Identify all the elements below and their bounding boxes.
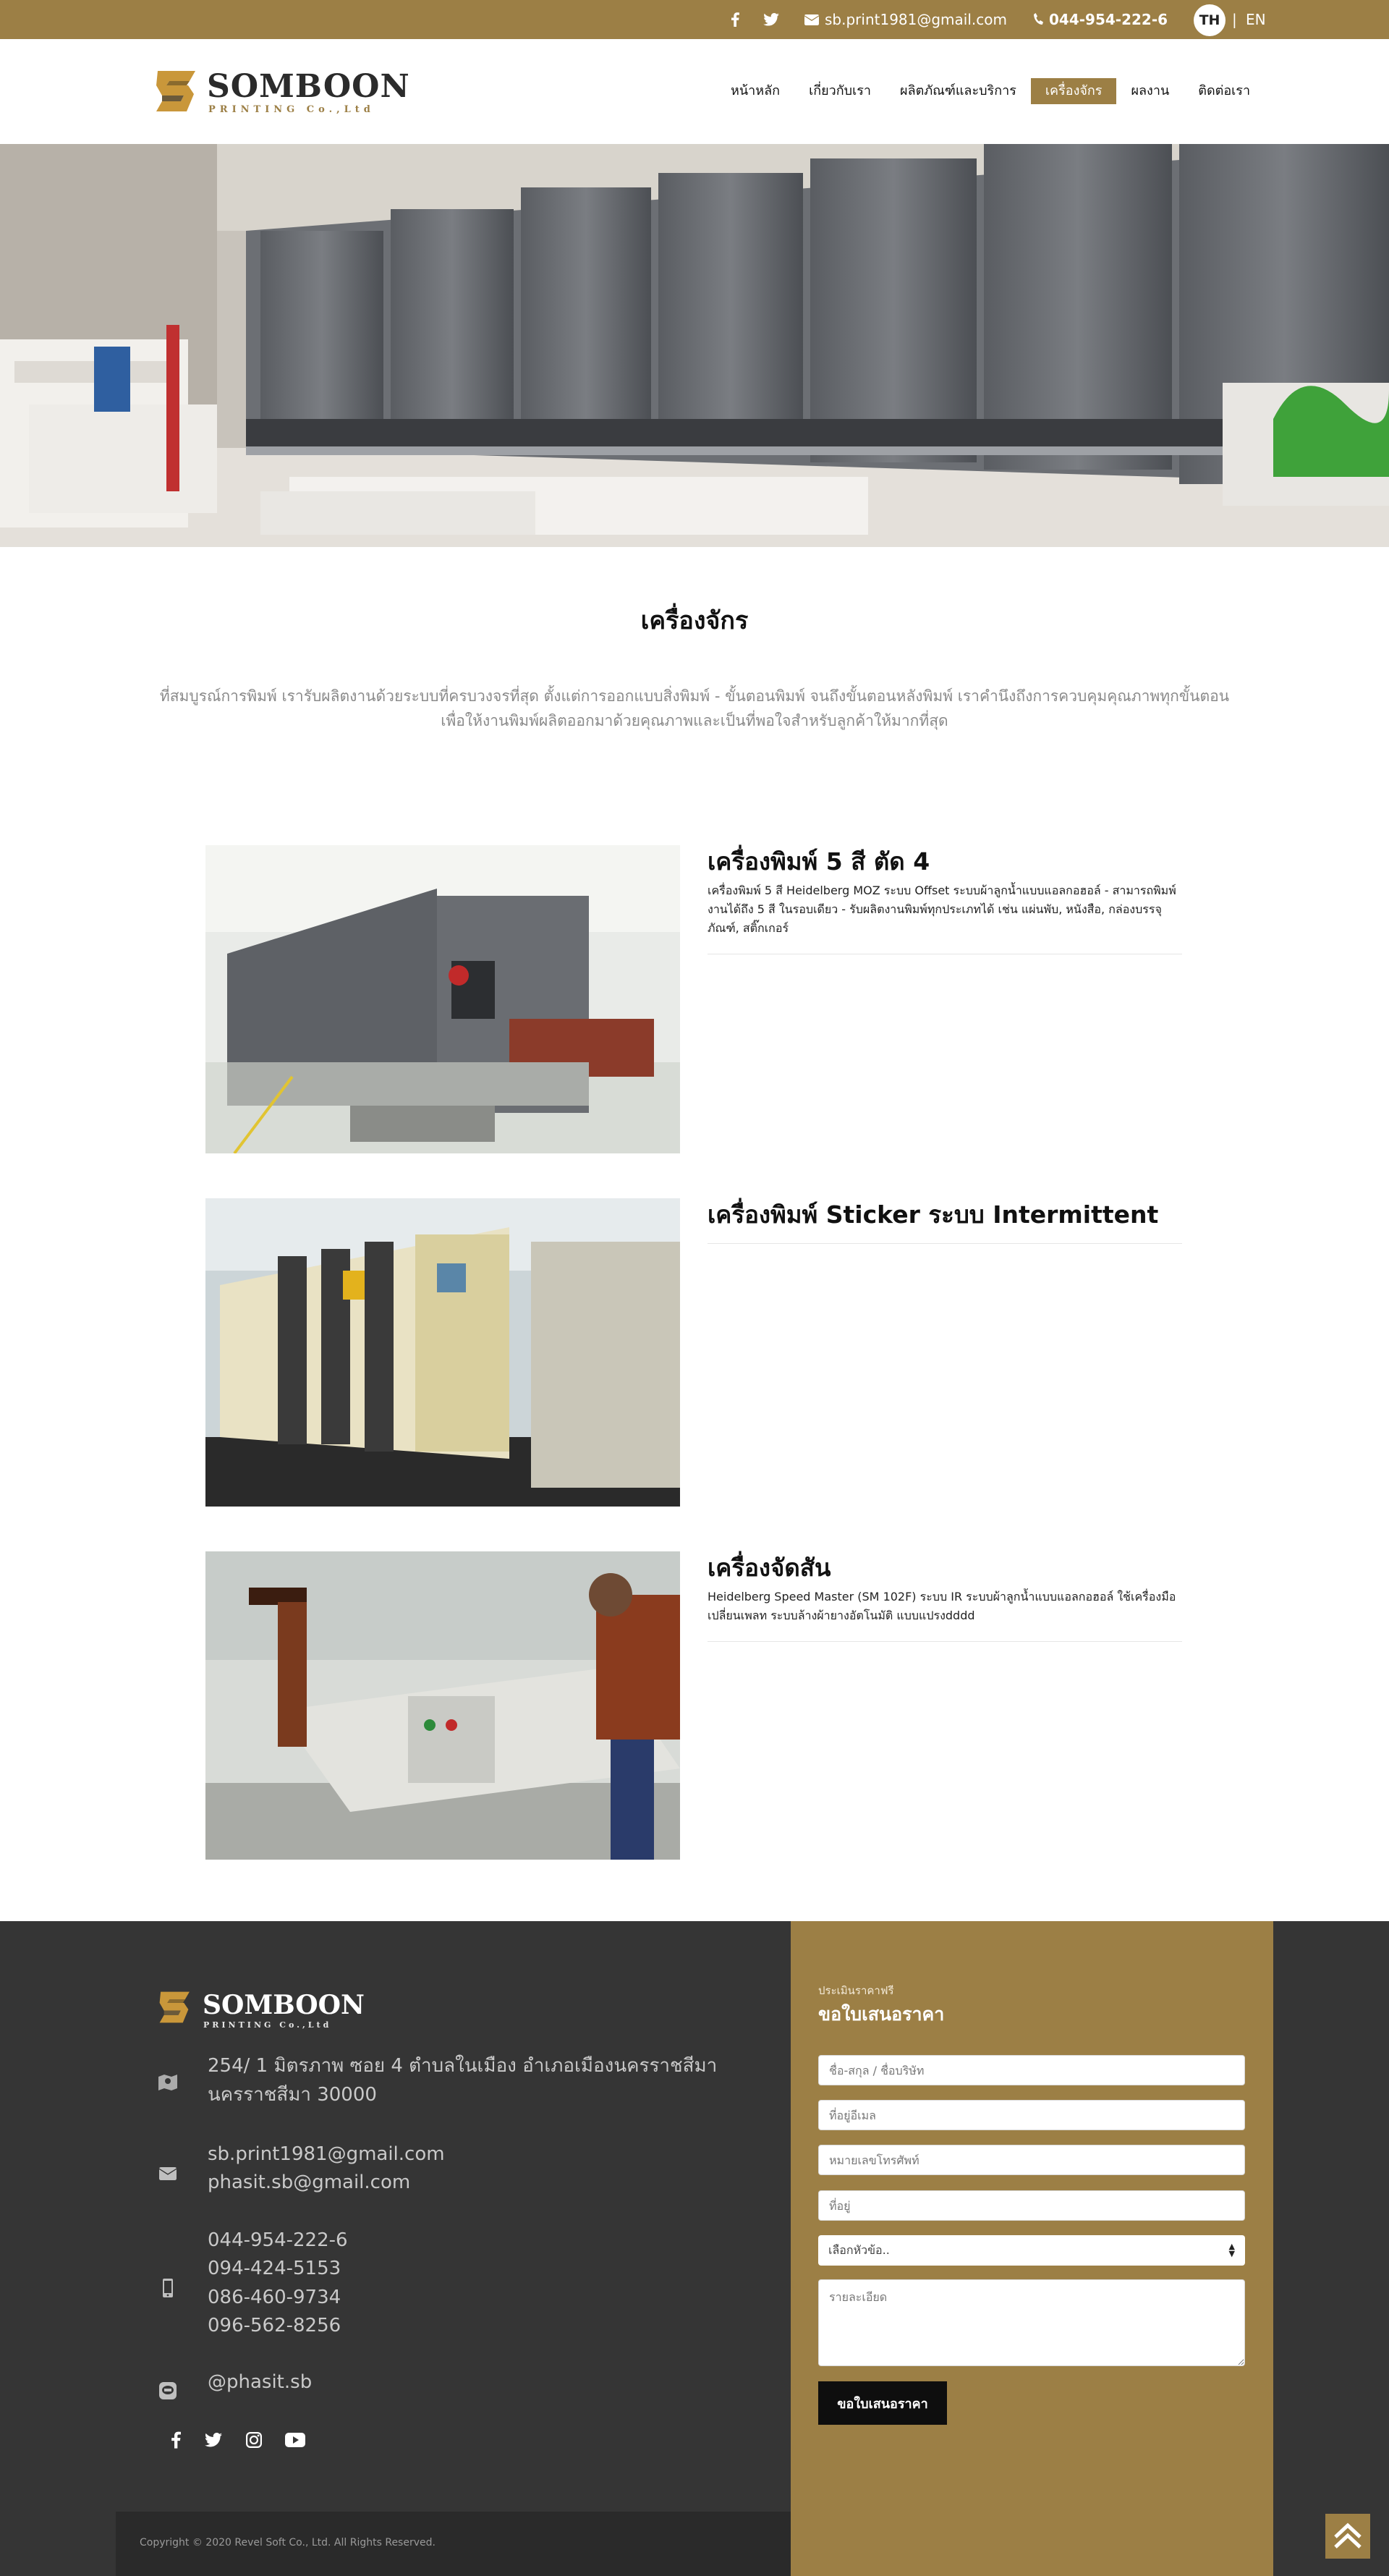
footer-line-id[interactable]: @phasit.sb	[208, 2368, 312, 2397]
section-description: ที่สมบูรณ์การพิมพ์ เรารับผลิตงานด้วยระบบ…	[159, 687, 1230, 729]
machine-3-divider	[708, 1641, 1182, 1642]
footer-phone-4[interactable]: 096-562-8256	[208, 2311, 341, 2340]
topbar-phone-text: 044-954-222-6	[1049, 11, 1168, 28]
logo-subtitle: PRINTING Co.,Ltd	[208, 104, 375, 115]
lang-separator: |	[1232, 11, 1237, 28]
name-input[interactable]	[818, 2055, 1245, 2085]
footer-logo-mark-icon	[159, 1991, 190, 2023]
hero-printing-press-illustration	[0, 144, 1389, 547]
footer-youtube-link[interactable]	[284, 2428, 307, 2452]
machine-2-title: เครื่องพิมพ์ Sticker ระบบ Intermittent	[708, 1200, 1159, 1229]
topic-select[interactable]: เลือกหัวข้อ.. ▲ ▼	[818, 2235, 1245, 2266]
nav-contact[interactable]: ติดต่อเรา	[1184, 78, 1265, 104]
address-input[interactable]	[818, 2190, 1245, 2221]
scroll-top-icon	[1334, 2522, 1362, 2549]
topbar-email-link[interactable]: sb.print1981@gmail.com	[804, 0, 1007, 39]
select-arrows-icon: ▲ ▼	[1228, 2242, 1235, 2258]
instagram-icon	[246, 2432, 262, 2448]
phone-icon	[1034, 13, 1043, 25]
footer-address: 254/ 1 มิตรภาพ ซอย 4 ตำบลในเมือง อำเภอเม…	[208, 2055, 718, 2106]
nav-products[interactable]: ผลิตภัณฑ์และบริการ	[885, 78, 1031, 104]
phone-input[interactable]	[818, 2145, 1245, 2175]
machine-3-photo	[205, 1551, 680, 1860]
machine-3-image	[205, 1551, 680, 1860]
nav-about[interactable]: เกี่ยวกับเรา	[794, 78, 885, 104]
footer-phone-2[interactable]: 094-424-5153	[208, 2254, 341, 2283]
machine-1-image	[205, 845, 680, 1153]
twitter-icon	[763, 13, 779, 26]
machine-3-title: เครื่องจัดสัน	[708, 1554, 831, 1582]
copyright-text: Copyright © 2020 Revel Soft Co., Ltd. Al…	[140, 2537, 436, 2549]
mobile-icon	[158, 2278, 178, 2298]
machine-1-photo	[205, 845, 680, 1153]
topbar-phone-link[interactable]: 044-954-222-6	[1033, 0, 1168, 39]
topbar-twitter-link[interactable]	[763, 0, 779, 39]
lang-en-button[interactable]: EN	[1246, 0, 1266, 39]
facebook-icon	[731, 12, 739, 27]
scroll-to-top-button[interactable]	[1325, 2514, 1370, 2559]
twitter-icon	[205, 2433, 222, 2447]
top-bar: sb.print1981@gmail.com 044-954-222-6 TH …	[0, 0, 1389, 39]
logo-name: SOMBOON	[207, 68, 410, 105]
topbar-facebook-link[interactable]	[731, 0, 739, 39]
detail-textarea[interactable]	[818, 2279, 1245, 2366]
hero-banner-image	[0, 144, 1389, 547]
site-logo[interactable]: SOMBOON PRINTING Co.,Ltd	[152, 67, 409, 119]
footer-twitter-link[interactable]	[202, 2428, 225, 2452]
map-icon	[158, 2072, 178, 2093]
machine-1-description: เครื่องพิมพ์ 5 สี Heidelberg MOZ ระบบ Of…	[708, 884, 1176, 935]
nav-machines[interactable]: เครื่องจักร	[1030, 78, 1117, 104]
machine-2-image	[205, 1198, 680, 1507]
footer-email-1[interactable]: sb.print1981@gmail.com	[208, 2140, 445, 2169]
footer-phone-3[interactable]: 086-460-9734	[208, 2283, 341, 2312]
footer-phone-1[interactable]: 044-954-222-6	[208, 2226, 348, 2255]
page-title: เครื่องจักร	[640, 606, 749, 635]
machine-1-title: เครื่องพิมพ์ 5 สี ตัด 4	[708, 847, 930, 876]
footer-logo-name: SOMBOON	[203, 1990, 365, 2020]
quote-eyebrow: ประเมินราคาฟรี	[818, 1984, 894, 1997]
facebook-icon	[171, 2431, 181, 2449]
envelope-icon	[804, 14, 819, 25]
logo-mark-icon	[156, 71, 195, 111]
topbar-email-text: sb.print1981@gmail.com	[825, 11, 1007, 28]
machine-2-divider	[708, 1243, 1182, 1244]
footer-logo-subtitle: PRINTING Co.,Ltd	[203, 2020, 332, 2030]
nav-portfolio[interactable]: ผลงาน	[1116, 78, 1184, 104]
topic-select-value: เลือกหัวข้อ..	[828, 2242, 890, 2257]
main-nav: หน้าหลัก เกี่ยวกับเรา ผลิตภัณฑ์และบริการ…	[716, 78, 1265, 104]
footer-facebook-link[interactable]	[164, 2428, 187, 2452]
nav-home[interactable]: หน้าหลัก	[716, 78, 794, 104]
lang-th-button[interactable]: TH	[1194, 4, 1226, 36]
email-input[interactable]	[818, 2100, 1245, 2130]
site-header: SOMBOON PRINTING Co.,Ltd หน้าหลัก เกี่ยว…	[0, 39, 1389, 144]
quote-title: ขอใบเสนอราคา	[818, 2004, 945, 2025]
footer-instagram-link[interactable]	[242, 2428, 266, 2452]
footer-envelope-icon	[158, 2164, 178, 2184]
line-icon	[158, 2381, 178, 2401]
youtube-icon	[285, 2433, 305, 2447]
request-quote-button[interactable]: ขอใบเสนอราคา	[818, 2381, 947, 2425]
machine-2-photo	[205, 1198, 680, 1507]
machine-3-description: Heidelberg Speed Master (SM 102F) ระบบ I…	[708, 1590, 1176, 1622]
footer-email-2[interactable]: phasit.sb@gmail.com	[208, 2168, 410, 2197]
